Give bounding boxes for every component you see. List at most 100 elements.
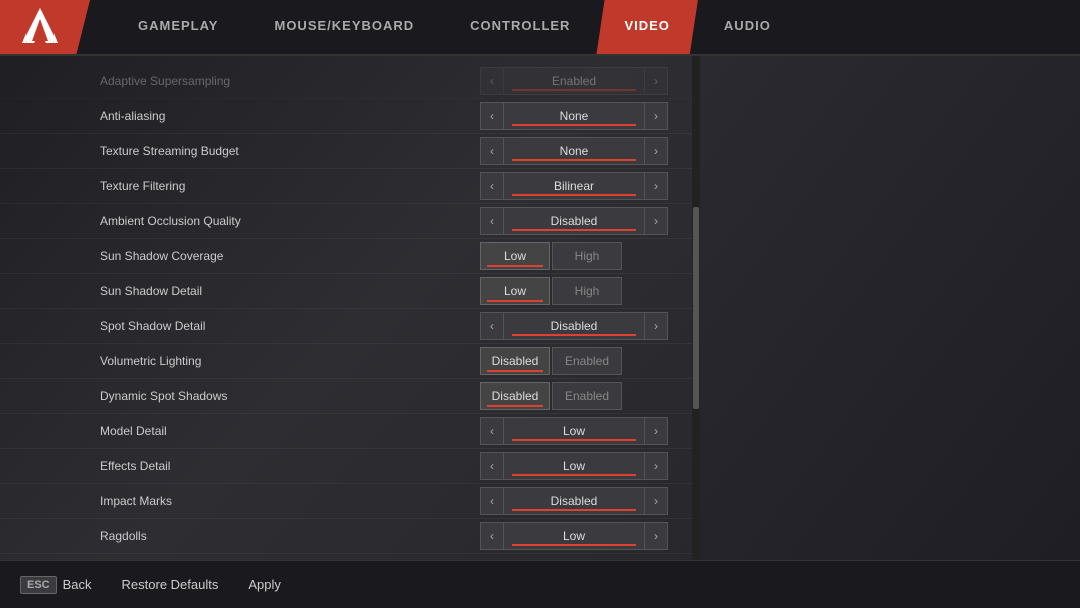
setting-row-spot-shadow-detail: Spot Shadow Detail ‹ Disabled › bbox=[0, 309, 700, 344]
underline-effects-detail bbox=[512, 474, 636, 476]
setting-row-ambient-occlusion: Ambient Occlusion Quality ‹ Disabled › bbox=[0, 204, 700, 239]
toggle-btn-sun-detail-low[interactable]: Low bbox=[480, 277, 550, 305]
tab-gameplay[interactable]: GAMEPLAY bbox=[110, 0, 246, 54]
value-ambient-occlusion: Disabled bbox=[504, 207, 644, 235]
arrow-selector-anti-aliasing: ‹ None › bbox=[480, 102, 668, 130]
toggle-btn-sun-detail-high[interactable]: High bbox=[552, 277, 622, 305]
bottom-bar: ESC Back Restore Defaults Apply bbox=[0, 560, 1080, 608]
tab-video[interactable]: VIDEO bbox=[596, 0, 697, 54]
value-texture-streaming: None bbox=[504, 137, 644, 165]
prev-btn-model-detail[interactable]: ‹ bbox=[480, 417, 504, 445]
control-ragdolls: ‹ Low › bbox=[480, 522, 680, 550]
toggle-btn-dyn-enabled[interactable]: Enabled bbox=[552, 382, 622, 410]
main-content: Adaptive Supersampling ‹ Enabled › Anti-… bbox=[0, 56, 1080, 560]
right-panel bbox=[700, 56, 1080, 560]
control-impact-marks: ‹ Disabled › bbox=[480, 487, 680, 515]
toggle-btn-sun-coverage-low[interactable]: Low bbox=[480, 242, 550, 270]
control-spot-shadow-detail: ‹ Disabled › bbox=[480, 312, 680, 340]
nav-bar: GAMEPLAY MOUSE/KEYBOARD CONTROLLER VIDEO… bbox=[0, 0, 1080, 56]
underline-adaptive bbox=[512, 89, 636, 91]
restore-defaults-label: Restore Defaults bbox=[122, 577, 219, 592]
restore-defaults-action[interactable]: Restore Defaults bbox=[122, 577, 219, 592]
next-btn-impact-marks[interactable]: › bbox=[644, 487, 668, 515]
apply-label: Apply bbox=[248, 577, 281, 592]
prev-btn-impact-marks[interactable]: ‹ bbox=[480, 487, 504, 515]
control-texture-filtering: ‹ Bilinear › bbox=[480, 172, 680, 200]
next-btn-model-detail[interactable]: › bbox=[644, 417, 668, 445]
tab-controller[interactable]: CONTROLLER bbox=[442, 0, 598, 54]
value-ragdolls: Low bbox=[504, 522, 644, 550]
control-volumetric-lighting: Disabled Enabled bbox=[480, 347, 680, 375]
prev-btn-spot-shadow[interactable]: ‹ bbox=[480, 312, 504, 340]
control-ambient-occlusion: ‹ Disabled › bbox=[480, 207, 680, 235]
esc-back-action[interactable]: ESC Back bbox=[20, 576, 92, 594]
value-texture-filtering: Bilinear bbox=[504, 172, 644, 200]
arrow-selector-texture-streaming: ‹ None › bbox=[480, 137, 668, 165]
next-btn-ragdolls[interactable]: › bbox=[644, 522, 668, 550]
toggle-btn-sun-coverage-high[interactable]: High bbox=[552, 242, 622, 270]
setting-row-sun-shadow-coverage: Sun Shadow Coverage Low High bbox=[0, 239, 700, 274]
toggle-btn-vol-disabled[interactable]: Disabled bbox=[480, 347, 550, 375]
setting-row-impact-marks: Impact Marks ‹ Disabled › bbox=[0, 484, 700, 519]
arrow-selector-model-detail: ‹ Low › bbox=[480, 417, 668, 445]
setting-row-ragdolls: Ragdolls ‹ Low › bbox=[0, 519, 700, 554]
arrow-selector-texture-filtering: ‹ Bilinear › bbox=[480, 172, 668, 200]
toggle-sun-shadow-detail: Low High bbox=[480, 277, 622, 305]
nav-tabs: GAMEPLAY MOUSE/KEYBOARD CONTROLLER VIDEO… bbox=[90, 0, 1080, 54]
control-adaptive-supersampling: ‹ Enabled › bbox=[480, 67, 680, 95]
esc-key-badge: ESC bbox=[20, 576, 57, 594]
toggle-btn-dyn-disabled[interactable]: Disabled bbox=[480, 382, 550, 410]
underline-ambient-occlusion bbox=[512, 229, 636, 231]
next-btn-effects-detail[interactable]: › bbox=[644, 452, 668, 480]
value-adaptive: Enabled bbox=[504, 67, 644, 95]
underline-model-detail bbox=[512, 439, 636, 441]
prev-btn-ambient-occlusion[interactable]: ‹ bbox=[480, 207, 504, 235]
control-dynamic-spot-shadows: Disabled Enabled bbox=[480, 382, 680, 410]
logo-area bbox=[0, 0, 90, 54]
next-btn-texture-streaming[interactable]: › bbox=[644, 137, 668, 165]
right-bg bbox=[700, 56, 1080, 560]
prev-btn-texture-filtering[interactable]: ‹ bbox=[480, 172, 504, 200]
underline-texture-streaming bbox=[512, 159, 636, 161]
prev-btn-adaptive[interactable]: ‹ bbox=[480, 67, 504, 95]
setting-row-model-detail: Model Detail ‹ Low › bbox=[0, 414, 700, 449]
toggle-dynamic-spot-shadows: Disabled Enabled bbox=[480, 382, 622, 410]
value-model-detail: Low bbox=[504, 417, 644, 445]
scrollbar-thumb[interactable] bbox=[693, 207, 699, 409]
value-effects-detail: Low bbox=[504, 452, 644, 480]
toggle-btn-vol-enabled[interactable]: Enabled bbox=[552, 347, 622, 375]
control-sun-shadow-detail: Low High bbox=[480, 277, 680, 305]
settings-list: Adaptive Supersampling ‹ Enabled › Anti-… bbox=[0, 56, 700, 560]
setting-row-dynamic-spot-shadows: Dynamic Spot Shadows Disabled Enabled bbox=[0, 379, 700, 414]
setting-row-texture-filtering: Texture Filtering ‹ Bilinear › bbox=[0, 169, 700, 204]
prev-btn-effects-detail[interactable]: ‹ bbox=[480, 452, 504, 480]
control-model-detail: ‹ Low › bbox=[480, 417, 680, 445]
back-label: Back bbox=[63, 577, 92, 592]
control-texture-streaming: ‹ None › bbox=[480, 137, 680, 165]
setting-row-sun-shadow-detail: Sun Shadow Detail Low High bbox=[0, 274, 700, 309]
underline-anti-aliasing bbox=[512, 124, 636, 126]
arrow-selector-ambient-occlusion: ‹ Disabled › bbox=[480, 207, 668, 235]
control-effects-detail: ‹ Low › bbox=[480, 452, 680, 480]
prev-btn-ragdolls[interactable]: ‹ bbox=[480, 522, 504, 550]
scrollbar-track[interactable] bbox=[692, 56, 700, 560]
prev-btn-anti-aliasing[interactable]: ‹ bbox=[480, 102, 504, 130]
next-btn-texture-filtering[interactable]: › bbox=[644, 172, 668, 200]
prev-btn-texture-streaming[interactable]: ‹ bbox=[480, 137, 504, 165]
next-btn-spot-shadow[interactable]: › bbox=[644, 312, 668, 340]
underline-impact-marks bbox=[512, 509, 636, 511]
arrow-selector-spot-shadow: ‹ Disabled › bbox=[480, 312, 668, 340]
setting-row-anti-aliasing: Anti-aliasing ‹ None › bbox=[0, 99, 700, 134]
setting-row-adaptive-supersampling: Adaptive Supersampling ‹ Enabled › bbox=[0, 64, 700, 99]
next-btn-ambient-occlusion[interactable]: › bbox=[644, 207, 668, 235]
tab-mouse-keyboard[interactable]: MOUSE/KEYBOARD bbox=[246, 0, 442, 54]
control-sun-shadow-coverage: Low High bbox=[480, 242, 680, 270]
tab-audio[interactable]: AUDIO bbox=[696, 0, 799, 54]
setting-row-volumetric-lighting: Volumetric Lighting Disabled Enabled bbox=[0, 344, 700, 379]
setting-row-texture-streaming: Texture Streaming Budget ‹ None › bbox=[0, 134, 700, 169]
next-btn-adaptive[interactable]: › bbox=[644, 67, 668, 95]
next-btn-anti-aliasing[interactable]: › bbox=[644, 102, 668, 130]
toggle-sun-shadow-coverage: Low High bbox=[480, 242, 622, 270]
apply-action[interactable]: Apply bbox=[248, 577, 281, 592]
underline-spot-shadow bbox=[512, 334, 636, 336]
